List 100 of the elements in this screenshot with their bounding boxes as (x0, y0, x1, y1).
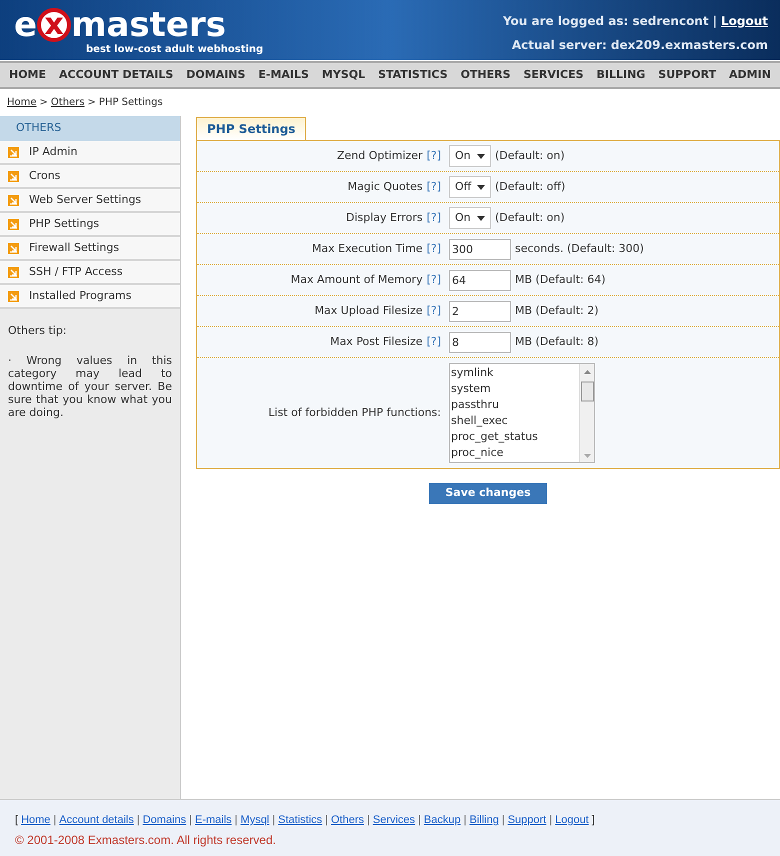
field-label: Max Upload Filesize (314, 302, 423, 319)
arrow-icon (8, 146, 19, 158)
input-field[interactable]: 8 (449, 332, 511, 352)
separator: | (464, 813, 466, 828)
panel-tab[interactable]: PHP Settings (196, 117, 306, 140)
nav-link[interactable]: ADMIN (729, 66, 771, 84)
arrow-icon (8, 194, 19, 206)
field-note: (Default: on) (495, 148, 565, 164)
field-note: MB (Default: 2) (515, 302, 599, 319)
help-link[interactable]: [?] (426, 302, 441, 320)
list-box[interactable]: symlink system passthru shell_exec proc_get_status proc_nice (449, 363, 595, 463)
help-link[interactable]: [?] (426, 178, 441, 196)
caret-icon (477, 216, 485, 220)
nav-link[interactable]: DOMAINS (186, 66, 246, 84)
footer-link[interactable]: Mysql (240, 812, 270, 828)
logo-x-mark: x (37, 8, 72, 42)
breadcrumb-current: PHP Settings (98, 96, 163, 110)
help-link[interactable]: [?] (426, 148, 441, 164)
nav-link[interactable]: STATISTICS (378, 66, 448, 84)
save-button[interactable]: Save changes (429, 483, 547, 504)
footer-link[interactable]: Statistics (278, 812, 322, 828)
sidebar-item[interactable]: Installed Programs (0, 285, 180, 309)
input-field[interactable]: 64 (449, 270, 511, 290)
arrow-icon (8, 242, 19, 254)
separator: | (53, 813, 56, 828)
separator: | (325, 813, 328, 828)
nav-link[interactable]: SUPPORT (658, 66, 716, 84)
footer-link[interactable]: Home (21, 812, 50, 828)
nav-link[interactable]: SERVICES (524, 66, 584, 84)
dropdown[interactable]: On (449, 207, 491, 229)
footer-link[interactable]: E-mails (195, 812, 232, 828)
field-label: List of forbidden PHP functions: (268, 404, 441, 421)
separator: | (136, 813, 140, 828)
logout-link[interactable]: Logout (720, 12, 768, 30)
footer-link[interactable]: Account details (59, 812, 134, 828)
nav-link[interactable]: OTHERS (460, 66, 511, 84)
separator: | (234, 813, 238, 828)
input-field[interactable]: 2 (449, 300, 511, 322)
field-label: Zend Optimizer (336, 148, 423, 164)
separator: | (418, 813, 421, 828)
footer-link[interactable]: Domains (142, 812, 186, 828)
logged-in-user: You are logged as: sedrencont (502, 13, 709, 30)
separator: | (189, 813, 192, 828)
separator: | (272, 813, 276, 828)
dropdown[interactable]: On (449, 145, 491, 167)
breadcrumb-separator: > (88, 96, 96, 110)
arrow-icon (8, 290, 19, 302)
sidebar-item[interactable]: Web Server Settings (0, 189, 180, 213)
arrow-icon (8, 266, 19, 278)
footer-link[interactable]: Support (508, 812, 546, 828)
nav-link[interactable]: MYSQL (322, 66, 366, 84)
field-note: seconds. (Default: 300) (515, 240, 644, 257)
field-label: Max Execution Time (312, 240, 423, 257)
logo-text: e (14, 8, 38, 42)
field-label: Max Post Filesize (330, 334, 423, 350)
separator: | (502, 813, 505, 828)
arrow-icon (8, 170, 19, 182)
caret-icon (477, 184, 485, 190)
logo-tagline: best low-cost adult webhosting (86, 43, 264, 57)
input-field[interactable]: 300 (449, 238, 511, 260)
footer-link[interactable]: Logout (555, 812, 589, 828)
copyright-text: © 2001-2008 Exmasters.com. All rights reserved. (15, 832, 277, 848)
list-option[interactable]: symlink (451, 365, 579, 381)
footer-link[interactable]: Backup (424, 812, 461, 828)
sidebar-item[interactable]: IP Admin (0, 141, 180, 165)
nav-link[interactable]: E-MAILS (258, 66, 309, 84)
bracket: [ (15, 813, 18, 828)
breadcrumb-link[interactable]: Others (50, 95, 85, 110)
field-label: Display Errors (346, 210, 423, 226)
list-option[interactable]: shell_exec (451, 413, 579, 429)
field-label: Max Amount of Memory (290, 272, 423, 288)
tip-title: Others tip: (7, 323, 68, 339)
scrollbar[interactable] (579, 364, 594, 462)
field-label: Magic Quotes (348, 178, 423, 195)
nav-link[interactable]: BILLING (596, 66, 646, 84)
field-note: (Default: on) (495, 210, 565, 226)
list-option[interactable]: system (451, 381, 579, 397)
help-link[interactable]: [?] (426, 272, 441, 288)
nav-link[interactable]: ACCOUNT DETAILS (58, 66, 174, 84)
help-link[interactable]: [?] (426, 334, 441, 350)
footer-link[interactable]: Services (372, 812, 416, 828)
list-option[interactable]: proc_get_status (451, 429, 579, 445)
field-note: MB (Default: 64) (515, 272, 606, 288)
dropdown[interactable]: Off (449, 176, 491, 198)
help-link[interactable]: [?] (426, 210, 441, 226)
sidebar-item[interactable]: SSH / FTP Access (0, 261, 180, 285)
sidebar-item[interactable]: Firewall Settings (0, 237, 180, 261)
help-link[interactable]: [?] (426, 240, 441, 258)
breadcrumb-link[interactable]: Home (7, 95, 37, 110)
footer-link[interactable]: Billing (469, 812, 499, 828)
field-note: (Default: off) (495, 178, 566, 195)
separator: | (549, 813, 552, 828)
bracket: ] (592, 813, 595, 828)
sidebar-item[interactable]: Crons (0, 165, 180, 189)
nav-link[interactable]: HOME (9, 66, 46, 84)
separator: | (367, 813, 370, 828)
footer-link[interactable]: Others (331, 812, 364, 828)
list-option[interactable]: passthru (451, 397, 579, 413)
sidebar-item[interactable]: PHP Settings (0, 213, 180, 237)
list-option[interactable]: proc_nice (451, 445, 579, 461)
